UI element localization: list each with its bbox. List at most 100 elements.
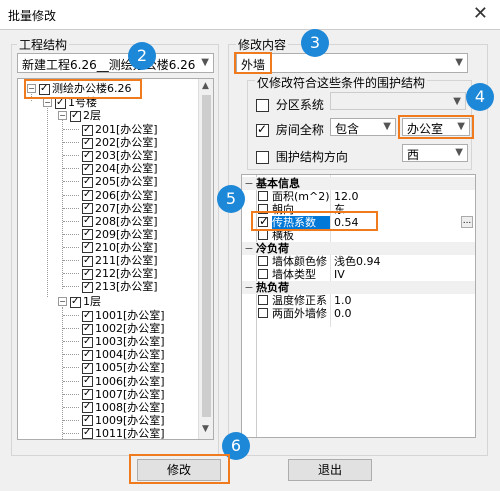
scroll-up-icon[interactable]: ▲ <box>202 81 209 91</box>
tree-item-room[interactable]: 1009[办公室] <box>82 413 165 427</box>
tree-item-label: 1层 <box>83 295 101 308</box>
tree-item-room[interactable]: 1003[办公室] <box>82 335 165 348</box>
checkbox-icon[interactable] <box>256 99 269 112</box>
checkbox-icon[interactable] <box>82 136 93 149</box>
property-row[interactable]: 墙体颜色修 浅色0.94 <box>242 255 475 268</box>
checkbox-icon[interactable] <box>82 162 93 175</box>
checkbox-icon[interactable] <box>258 308 268 318</box>
checkbox-icon[interactable] <box>82 309 93 322</box>
checkbox-icon[interactable] <box>82 175 93 188</box>
direction-filter[interactable]: 围护结构方向 <box>256 148 348 165</box>
checkbox-icon[interactable] <box>55 96 66 109</box>
checkbox-icon[interactable] <box>258 191 268 201</box>
tree-item-room[interactable]: 209[办公室] <box>82 227 158 241</box>
scroll-down-icon[interactable]: ▼ <box>202 424 209 434</box>
property-row[interactable]: 两面外墙修 0.0 <box>242 307 475 320</box>
tree-item-room[interactable]: 205[办公室] <box>82 175 158 188</box>
direction-select[interactable]: 西 ▼ <box>402 144 468 162</box>
tree-scrollbar[interactable]: ▲ ▼ <box>198 79 213 439</box>
tree-item-room[interactable]: 211[办公室] <box>82 254 158 267</box>
tree-item-room[interactable]: 204[办公室] <box>82 162 158 175</box>
checkbox-icon[interactable] <box>256 151 269 164</box>
checkbox-icon[interactable] <box>82 361 93 374</box>
close-icon[interactable]: ✕ <box>473 3 488 24</box>
checkbox-icon[interactable] <box>82 123 93 136</box>
property-section[interactable]: − 热负荷 <box>242 281 475 294</box>
zone-select: ▼ <box>330 92 466 110</box>
checkbox-icon[interactable] <box>258 230 268 240</box>
collapse-icon[interactable]: − <box>242 242 256 255</box>
checkbox-icon[interactable] <box>82 149 93 162</box>
checkbox-icon[interactable] <box>256 122 269 137</box>
zone-filter-label: 分区系统 <box>275 98 324 112</box>
more-button[interactable]: ... <box>461 216 473 228</box>
collapse-icon[interactable]: − <box>43 98 52 107</box>
checkbox-icon[interactable] <box>82 267 93 280</box>
property-row[interactable]: 面积(m^2) 12.0 <box>242 190 475 203</box>
tree-item-label: 211[办公室] <box>95 254 158 267</box>
checkbox-icon[interactable] <box>82 240 93 254</box>
property-row[interactable]: 墙体类型 IV <box>242 268 475 281</box>
collapse-icon[interactable]: − <box>58 111 67 120</box>
collapse-icon[interactable]: − <box>242 177 256 190</box>
checkbox-icon[interactable] <box>82 322 93 335</box>
checkbox-icon[interactable] <box>82 374 93 387</box>
project-select[interactable]: 新建工程6.26__测绘办公楼6.26 ▼ <box>17 53 214 73</box>
checkbox-icon[interactable] <box>82 201 93 215</box>
exit-button[interactable]: 退出 <box>288 459 372 481</box>
room-name-operator-select[interactable]: 包含 ▼ <box>330 118 396 136</box>
tree-item-label: 204[办公室] <box>95 162 158 176</box>
tree-item-label: 206[办公室] <box>95 188 158 202</box>
tree-item-room[interactable]: 202[办公室] <box>82 136 158 149</box>
tree-item-room[interactable]: 210[办公室] <box>82 240 158 254</box>
checkbox-icon[interactable] <box>82 214 93 228</box>
tree-item-label: 1009[办公室] <box>95 413 165 427</box>
checkbox-icon[interactable] <box>82 227 93 241</box>
tree-item-room[interactable]: 1011[办公室] <box>82 426 165 439</box>
tree-item-floor2[interactable]: 2层 <box>70 109 101 122</box>
tree-item-room[interactable]: 1007[办公室] <box>82 387 165 401</box>
checkbox-icon[interactable] <box>70 109 81 122</box>
zone-filter[interactable]: 分区系统 <box>256 96 324 113</box>
property-value: 0.0 <box>334 307 352 320</box>
tree-item-room[interactable]: 213[办公室] <box>82 280 158 293</box>
checkbox-icon[interactable] <box>82 387 93 401</box>
tree-item-room[interactable]: 208[办公室] <box>82 214 158 228</box>
checkbox-icon[interactable] <box>82 188 93 201</box>
tree-item-room[interactable]: 201[办公室] <box>82 123 158 136</box>
checkbox-icon[interactable] <box>82 413 93 427</box>
checkbox-icon[interactable] <box>258 269 268 279</box>
property-value: IV <box>334 268 345 281</box>
collapse-icon[interactable]: − <box>58 297 67 306</box>
tree-item-room[interactable]: 1002[办公室] <box>82 322 165 335</box>
checkbox-icon[interactable] <box>82 400 93 414</box>
tree-item-label: 1007[办公室] <box>95 387 165 401</box>
structure-tree[interactable]: − 测绘办公楼6.26 − 1号楼 − 2层 201[办公室]202[办公室]2… <box>17 78 214 440</box>
property-section[interactable]: − 冷负荷 <box>242 242 475 255</box>
checkbox-icon[interactable] <box>82 335 93 348</box>
collapse-icon[interactable]: − <box>242 281 256 294</box>
scroll-thumb[interactable] <box>202 95 211 417</box>
property-name: 两面外墙修 <box>272 307 327 320</box>
tree-item-room[interactable]: 1001[办公室] <box>82 309 165 322</box>
checkbox-icon[interactable] <box>82 348 93 361</box>
tree-item-room[interactable]: 1006[办公室] <box>82 374 165 388</box>
tree-item-room[interactable]: 203[办公室] <box>82 149 158 162</box>
property-section[interactable]: − 基本信息 <box>242 177 475 190</box>
tree-item-room[interactable]: 207[办公室] <box>82 201 158 215</box>
property-row[interactable]: 温度修正系 1.0 <box>242 294 475 307</box>
tree-item-room[interactable]: 1005[办公室] <box>82 361 165 374</box>
tree-item-room[interactable]: 1008[办公室] <box>82 400 165 414</box>
checkbox-icon[interactable] <box>258 295 268 305</box>
tree-item-room[interactable]: 212[办公室] <box>82 267 158 280</box>
tree-item-floor1[interactable]: 1层 <box>70 295 101 308</box>
checkbox-icon[interactable] <box>70 295 81 308</box>
checkbox-icon[interactable] <box>82 254 93 267</box>
checkbox-icon[interactable] <box>82 426 93 439</box>
room-name-filter[interactable]: 房间全称 <box>256 121 324 138</box>
checkbox-icon[interactable] <box>258 256 268 266</box>
tree-item-room[interactable]: 1004[办公室] <box>82 348 165 361</box>
tree-item-room[interactable]: 206[办公室] <box>82 188 158 202</box>
modify-button[interactable]: 修改 <box>137 459 221 481</box>
checkbox-icon[interactable] <box>82 280 93 293</box>
